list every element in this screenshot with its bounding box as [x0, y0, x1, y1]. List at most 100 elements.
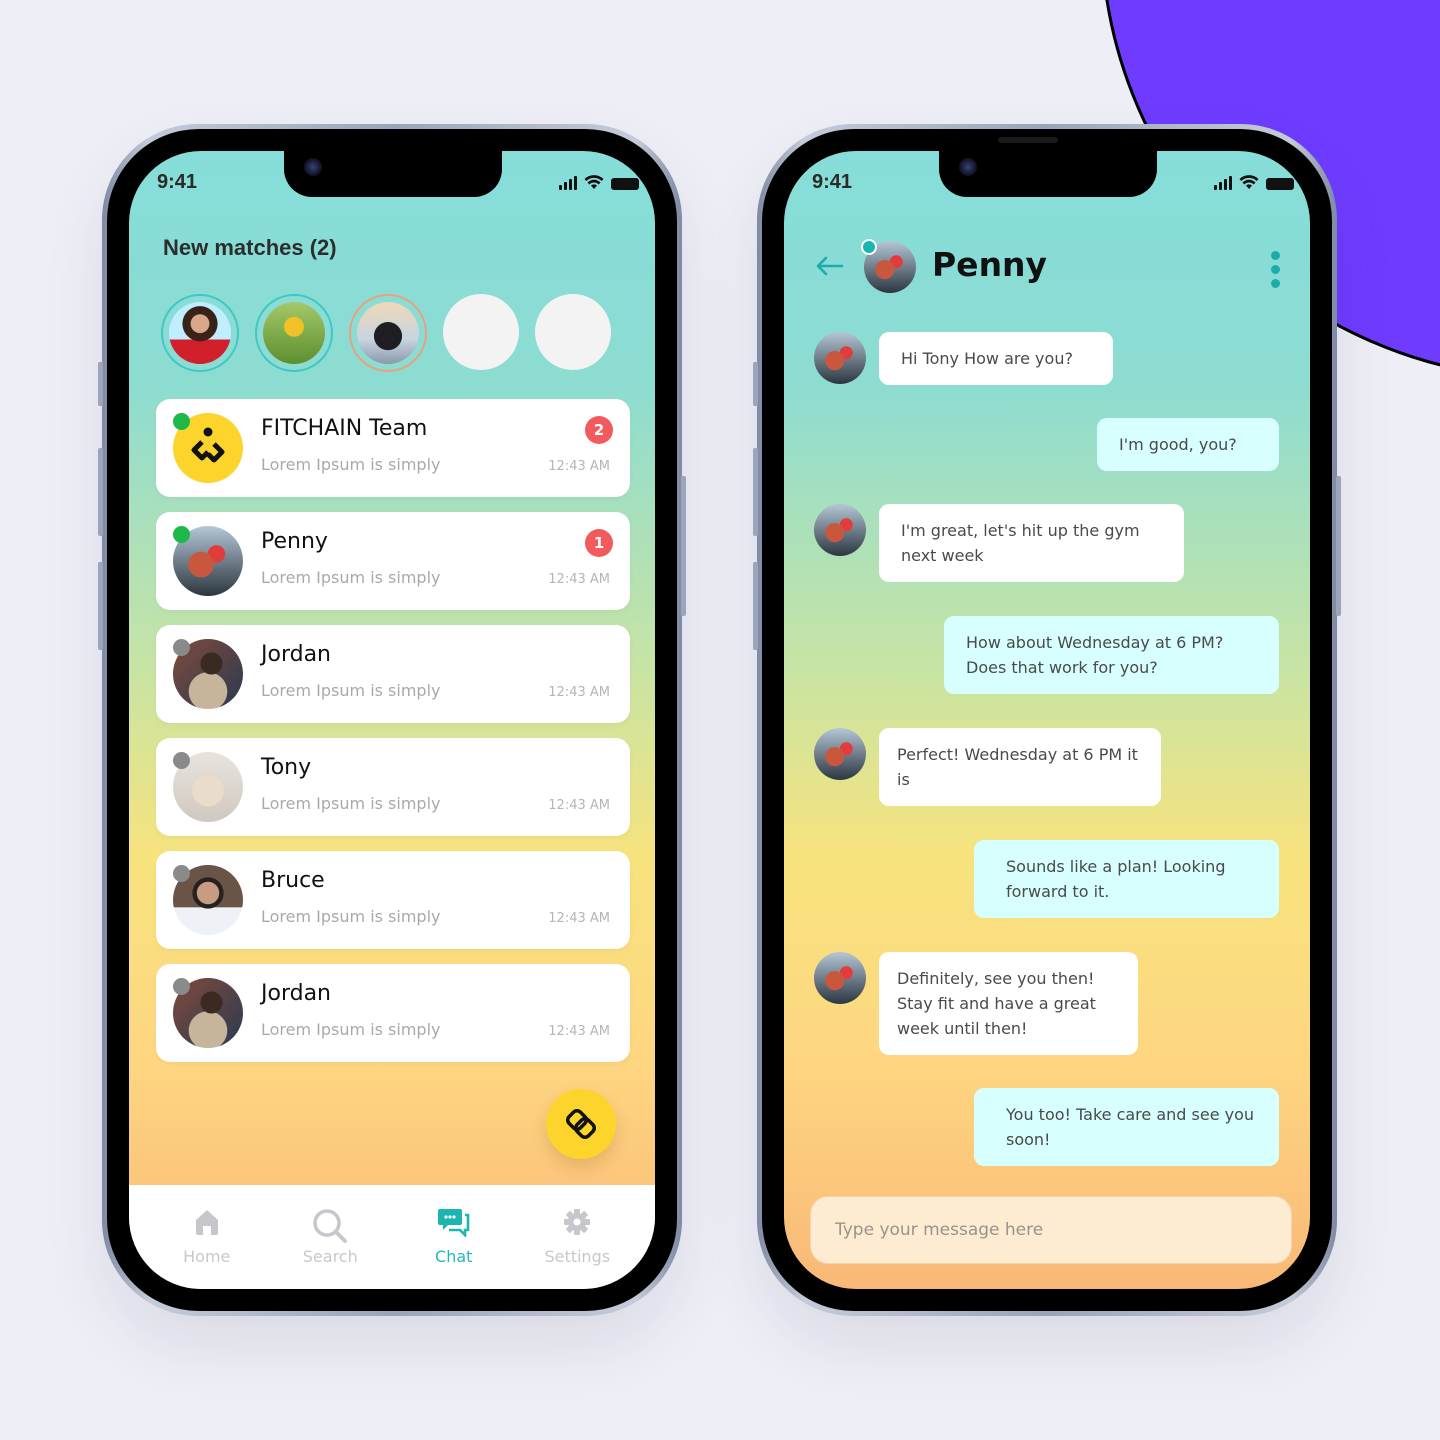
volume-down-button: [98, 562, 103, 650]
notch: [939, 151, 1157, 197]
match-avatar-1[interactable]: [161, 294, 239, 372]
bottom-tab-bar: Home Search Chat Settings: [129, 1185, 655, 1289]
chat-item-jordan[interactable]: Jordan Lorem Ipsum is simply 12:43 AM: [156, 625, 630, 723]
message-incoming: Hi Tony How are you?: [879, 332, 1113, 385]
chat-name: Penny: [261, 529, 328, 554]
offline-status-dot: [173, 865, 190, 882]
chat-name: Jordan: [261, 642, 331, 667]
chat-time: 12:43 AM: [548, 459, 610, 474]
battery-icon: [1266, 178, 1294, 190]
offline-status-dot: [173, 639, 190, 656]
offline-status-dot: [173, 752, 190, 769]
tab-chat[interactable]: Chat: [394, 1207, 514, 1266]
conversation-screen: 9:41 Penny Hi Tony How are you? I'm good…: [784, 151, 1310, 1289]
fitchain-logo-icon: [191, 427, 225, 463]
message-outgoing: You too! Take care and see you soon!: [974, 1088, 1279, 1166]
fitchain-link-icon: [566, 1109, 596, 1139]
avatar: [263, 302, 325, 364]
chat-time: 12:43 AM: [548, 1024, 610, 1039]
chat-name: Tony: [261, 755, 312, 780]
chat-item-bruce[interactable]: Bruce Lorem Ipsum is simply 12:43 AM: [156, 851, 630, 949]
battery-icon: [611, 178, 639, 190]
front-camera: [304, 158, 322, 176]
match-avatar-2[interactable]: [255, 294, 333, 372]
status-time: 9:41: [157, 171, 198, 193]
tab-home[interactable]: Home: [147, 1207, 267, 1266]
phone-chat-list: 9:41 New matches (2) FITCHAIN Team Lorem…: [98, 124, 686, 1316]
chat-list-screen: 9:41 New matches (2) FITCHAIN Team Lorem…: [129, 151, 655, 1289]
phone-conversation: 9:41 Penny Hi Tony How are you? I'm good…: [753, 124, 1341, 1316]
new-matches-row: [161, 294, 611, 372]
chat-item-fitchain-team[interactable]: FITCHAIN Team Lorem Ipsum is simply 2 12…: [156, 399, 630, 497]
back-arrow-icon[interactable]: [814, 255, 844, 277]
chat-item-tony[interactable]: Tony Lorem Ipsum is simply 12:43 AM: [156, 738, 630, 836]
power-button: [1336, 476, 1341, 616]
online-status-dot: [861, 239, 877, 255]
message-outgoing: How about Wednesday at 6 PM? Does that w…: [944, 616, 1279, 694]
chat-preview: Lorem Ipsum is simply: [261, 568, 441, 587]
front-camera: [959, 158, 977, 176]
message-incoming: Perfect! Wednesday at 6 PM it is: [879, 728, 1161, 806]
contact-avatar[interactable]: [861, 239, 916, 293]
fitchain-fab-button[interactable]: [546, 1089, 616, 1159]
chat-time: 12:43 AM: [548, 911, 610, 926]
offline-status-dot: [173, 978, 190, 995]
chat-time: 12:43 AM: [548, 572, 610, 587]
unread-badge: 1: [585, 529, 613, 557]
more-options-icon[interactable]: [1271, 251, 1280, 288]
volume-up-button: [753, 448, 758, 536]
chat-item-penny[interactable]: Penny Lorem Ipsum is simply 1 12:43 AM: [156, 512, 630, 610]
message-incoming: I'm great, let's hit up the gym next wee…: [879, 504, 1184, 582]
chat-preview: Lorem Ipsum is simply: [261, 1020, 441, 1039]
match-placeholder-2[interactable]: [535, 294, 611, 370]
message-incoming: Definitely, see you then! Stay fit and h…: [879, 952, 1138, 1055]
message-outgoing: Sounds like a plan! Looking forward to i…: [974, 840, 1279, 918]
tab-label: Search: [302, 1247, 358, 1266]
sender-avatar: [814, 728, 866, 780]
chat-list: FITCHAIN Team Lorem Ipsum is simply 2 12…: [156, 399, 630, 1062]
avatar: [169, 302, 231, 364]
status-time: 9:41: [812, 171, 853, 193]
tab-settings[interactable]: Settings: [517, 1207, 637, 1266]
chat-name: Jordan: [261, 981, 331, 1006]
sender-avatar: [814, 332, 866, 384]
tab-search[interactable]: Search: [270, 1207, 390, 1266]
chat-time: 12:43 AM: [548, 798, 610, 813]
match-placeholder-1[interactable]: [443, 294, 519, 370]
silent-switch: [753, 362, 758, 406]
chat-preview: Lorem Ipsum is simply: [261, 455, 441, 474]
message-input[interactable]: [810, 1196, 1292, 1264]
match-avatar-3[interactable]: [349, 294, 427, 372]
online-status-dot: [173, 413, 190, 430]
unread-badge: 2: [585, 416, 613, 444]
wifi-icon: [584, 175, 604, 189]
sender-avatar: [814, 504, 866, 556]
notch: [284, 151, 502, 197]
signal-icon: [559, 176, 577, 190]
earpiece-speaker: [998, 137, 1058, 143]
wifi-icon: [1239, 175, 1259, 189]
power-button: [681, 476, 686, 616]
chat-item-jordan-2[interactable]: Jordan Lorem Ipsum is simply 12:43 AM: [156, 964, 630, 1062]
search-icon: [313, 1209, 348, 1243]
chat-time: 12:43 AM: [548, 685, 610, 700]
chat-icon: [437, 1209, 470, 1237]
contact-name: Penny: [932, 245, 1048, 284]
chat-name: Bruce: [261, 868, 325, 893]
chat-preview: Lorem Ipsum is simply: [261, 681, 441, 700]
home-icon: [195, 1210, 218, 1235]
chat-preview: Lorem Ipsum is simply: [261, 794, 441, 813]
chat-preview: Lorem Ipsum is simply: [261, 907, 441, 926]
new-matches-title: New matches (2): [163, 235, 337, 260]
sender-avatar: [814, 952, 866, 1004]
chat-name: FITCHAIN Team: [261, 416, 428, 441]
signal-icon: [1214, 176, 1232, 190]
tab-label: Home: [183, 1247, 231, 1266]
avatar: [357, 302, 419, 364]
gear-icon: [564, 1209, 591, 1235]
volume-down-button: [753, 562, 758, 650]
volume-up-button: [98, 448, 103, 536]
tab-label: Settings: [544, 1247, 611, 1266]
silent-switch: [98, 362, 103, 406]
message-outgoing: I'm good, you?: [1097, 418, 1279, 471]
